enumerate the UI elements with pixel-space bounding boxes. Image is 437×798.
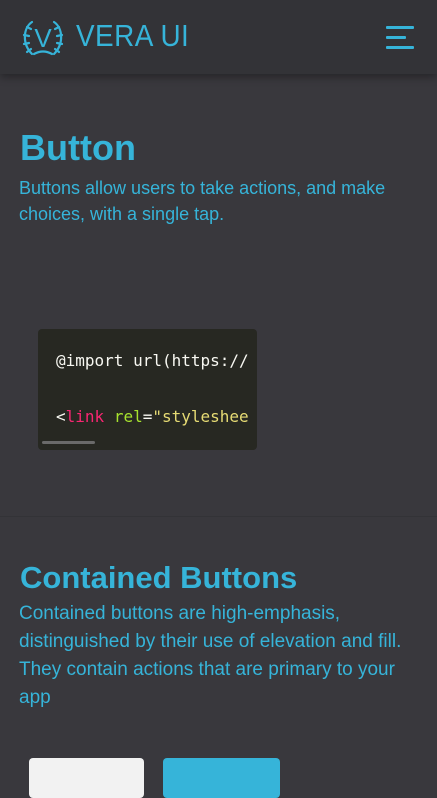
- menu-line: [386, 36, 406, 39]
- section-divider: [0, 516, 437, 517]
- code-token: <: [56, 407, 66, 426]
- hamburger-menu-icon[interactable]: [384, 24, 416, 52]
- code-token-tag: link: [65, 407, 105, 426]
- vera-logo-icon[interactable]: V: [18, 16, 68, 60]
- logo-letter: V: [34, 23, 52, 53]
- code-token: =: [142, 407, 153, 426]
- page-description: Buttons allow users to take actions, and…: [19, 178, 386, 224]
- top-app-bar: V VERA UI: [0, 0, 437, 74]
- code-token-string: "styleshee: [152, 407, 249, 426]
- code-token-attr: rel: [113, 407, 143, 426]
- section-description: Contained buttons are high-emphasis, dis…: [19, 603, 402, 708]
- code-line-link: <link rel="styleshee: [56, 407, 249, 426]
- contained-button-primary[interactable]: [163, 758, 280, 798]
- code-snippet[interactable]: @import url(https:// <link rel="styleshe…: [38, 329, 257, 450]
- contained-button-default[interactable]: [29, 758, 144, 798]
- page-title: Button: [20, 127, 136, 168]
- code-line-import: @import url(https://: [56, 351, 249, 370]
- horizontal-scrollbar[interactable]: [42, 441, 95, 444]
- menu-line: [386, 26, 414, 29]
- brand-name[interactable]: VERA UI: [76, 18, 189, 54]
- section-title: Contained Buttons: [20, 560, 298, 595]
- menu-line: [386, 46, 414, 49]
